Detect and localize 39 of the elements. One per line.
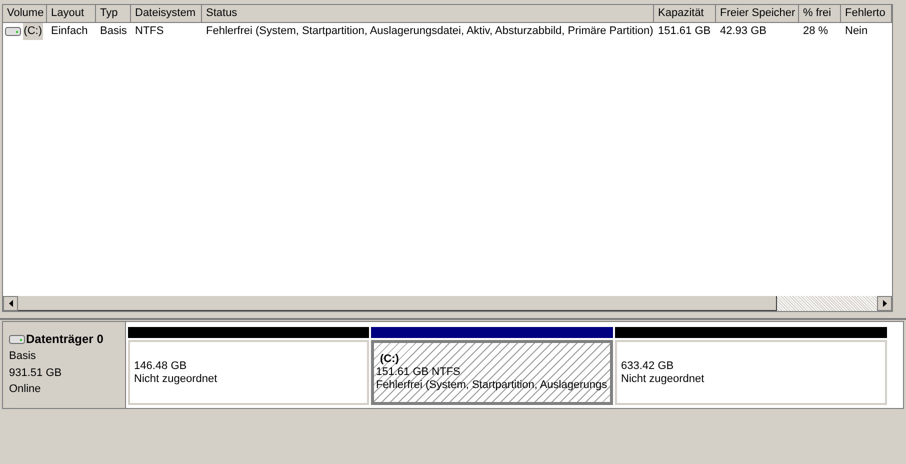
scroll-thumb[interactable] — [18, 296, 777, 311]
right-arrow-icon — [882, 300, 886, 307]
table-cell-text: 42.93 GB — [720, 24, 766, 40]
disk-type: Basis — [9, 349, 37, 364]
table-cell-text: Einfach — [51, 24, 88, 40]
table-cell-text: Basis — [100, 24, 127, 40]
partition-status: Nicht zugeordnet — [134, 372, 218, 386]
column-header[interactable]: Layout — [47, 5, 96, 23]
drive-letter[interactable]: (C:) — [22, 23, 43, 40]
partition-status: Nicht zugeordnet — [621, 372, 706, 386]
partition-label: (C:) — [379, 353, 400, 366]
table-cell-text: Fehlerfrei (System, Startpartition, Auslagerungsdatei, Aktiv, Absturzabbild, Primäre Partition) — [206, 24, 654, 40]
column-header[interactable]: Freier Speicher — [716, 5, 799, 23]
partition-size: 633.42 GB — [621, 360, 675, 372]
table-cell-text: 28 % — [803, 24, 828, 40]
table-cell-text: Nein — [845, 24, 868, 40]
partition-box[interactable]: 633.42 GB Nicht zugeordnet — [615, 340, 887, 405]
partition-box[interactable]: 146.48 GB Nicht zugeordnet — [128, 340, 369, 405]
disk-size: 931.51 GB — [9, 366, 63, 380]
column-header[interactable]: Status — [202, 5, 654, 23]
column-header[interactable]: Typ — [96, 5, 131, 23]
column-header[interactable]: Volume — [3, 5, 47, 23]
drive-icon — [9, 334, 25, 344]
table-cell-text: NTFS — [135, 24, 164, 40]
disk-name: Datenträger 0 — [26, 331, 104, 348]
drive-icon — [5, 27, 21, 36]
partition-status: Fehlerfrei (System, Startpartition, Auslagerungs — [376, 379, 608, 392]
partition-size: 146.48 GB — [134, 360, 188, 372]
partition-size: 151.61 GB NTFS — [376, 366, 462, 379]
column-header[interactable]: Fehlerto — [841, 5, 892, 23]
scroll-left-button[interactable] — [3, 296, 18, 311]
left-arrow-icon — [8, 300, 12, 307]
scroll-right-button[interactable] — [877, 296, 892, 311]
disk-state: Online — [9, 382, 42, 397]
column-header[interactable]: % frei — [799, 5, 841, 23]
column-header[interactable]: Dateisystem — [131, 5, 202, 23]
partition-box[interactable]: (C:) 151.61 GB NTFS Fehlerfrei (System, Startpartition, Auslagerungs — [371, 340, 613, 405]
table-cell-text: 151.61 GB — [658, 24, 711, 40]
column-header[interactable]: Kapazität — [654, 5, 716, 23]
